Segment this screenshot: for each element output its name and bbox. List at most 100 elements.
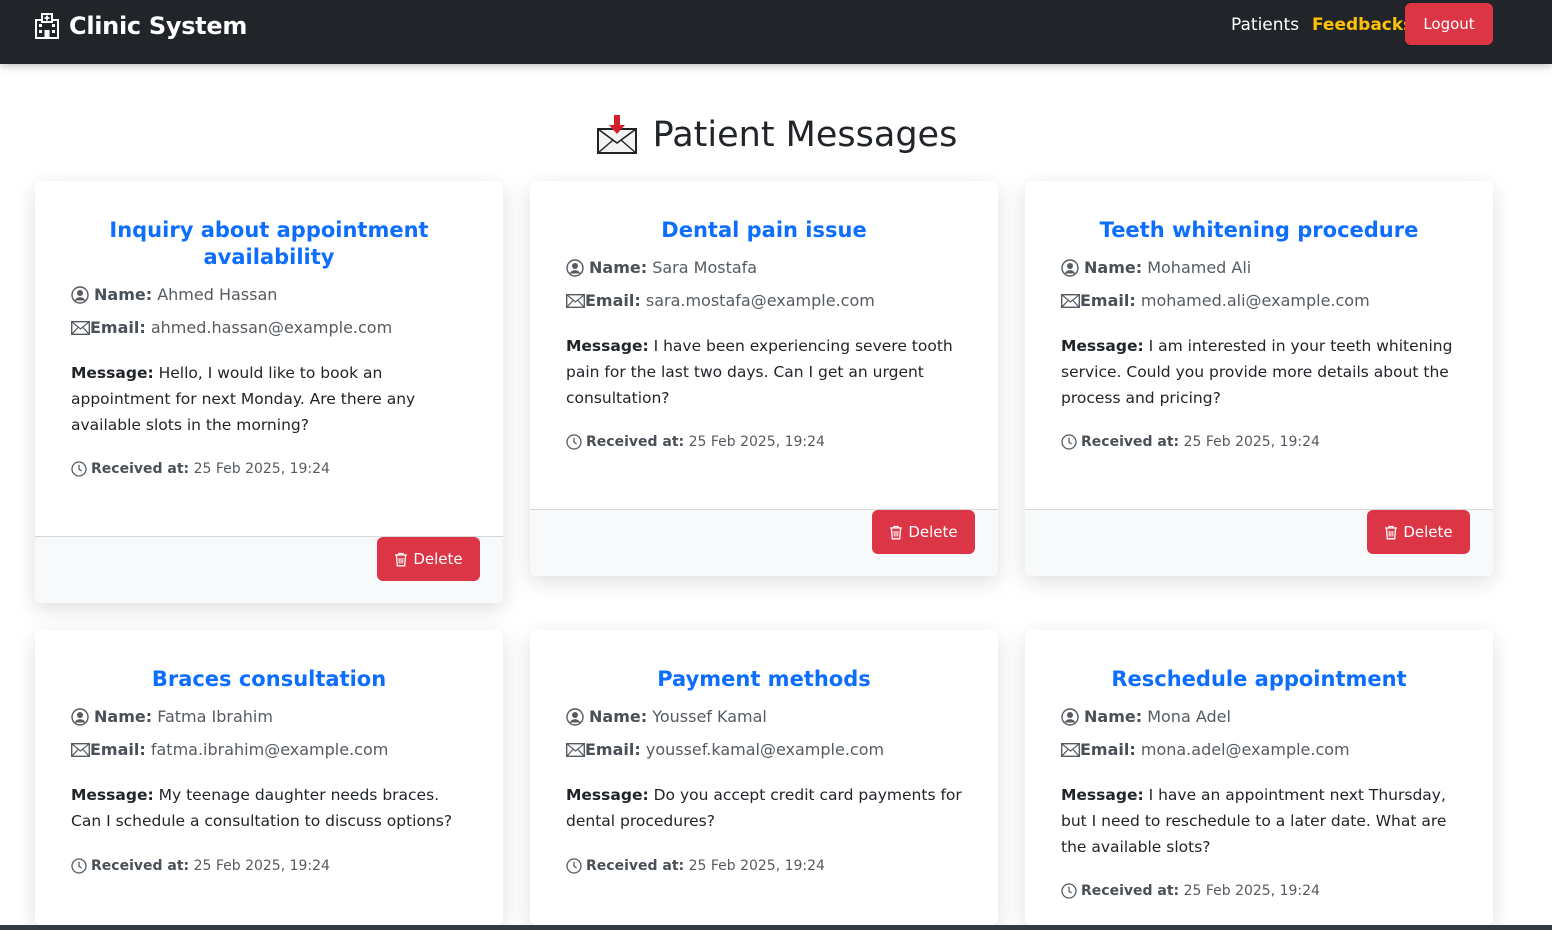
- received-row: Received at: 25 Feb 2025, 19:24: [566, 856, 825, 876]
- delete-label: Delete: [1403, 523, 1453, 541]
- received-label: Received at:: [1081, 434, 1180, 450]
- sender-name: Mona Adel: [1147, 707, 1231, 726]
- received-time: 25 Feb 2025, 19:24: [193, 858, 330, 874]
- sender-email-row: Email: ahmed.hassan@example.com: [71, 317, 392, 339]
- sender-name-row: Name: Fatma Ibrahim: [71, 706, 273, 728]
- name-label: Name:: [94, 707, 153, 726]
- received-label: Received at:: [586, 434, 685, 450]
- delete-button[interactable]: Delete: [1367, 510, 1470, 554]
- sender-name: Fatma Ibrahim: [157, 707, 273, 726]
- delete-label: Delete: [908, 523, 958, 541]
- envelope-icon: [566, 743, 585, 757]
- nav-link-patients[interactable]: Patients: [1231, 14, 1299, 36]
- logout-button[interactable]: Logout: [1405, 3, 1493, 45]
- received-row: Received at: 25 Feb 2025, 19:24: [71, 856, 330, 876]
- trash-icon: [395, 552, 408, 566]
- window-bottom-edge: [0, 925, 1552, 930]
- brand-title: Clinic System: [69, 12, 248, 40]
- received-row: Received at: 25 Feb 2025, 19:24: [1061, 432, 1320, 452]
- clock-icon: [1061, 883, 1077, 899]
- message-card: Reschedule appointment Name: Mona Adel E…: [1025, 630, 1493, 925]
- clock-icon: [566, 858, 582, 874]
- message-card: Inquiry about appointment availability N…: [35, 181, 503, 603]
- clock-icon: [71, 858, 87, 874]
- message-card: Teeth whitening procedure Name: Mohamed …: [1025, 181, 1493, 576]
- email-label: Email:: [1080, 740, 1136, 759]
- message-text: Message: Hello, I would like to book an …: [71, 360, 467, 438]
- received-label: Received at:: [91, 858, 190, 874]
- clock-icon: [71, 461, 87, 477]
- sender-email-row: Email: mohamed.ali@example.com: [1061, 290, 1370, 312]
- trash-icon: [890, 525, 903, 539]
- email-label: Email:: [90, 740, 146, 759]
- message-subject: Payment methods: [657, 667, 871, 691]
- message-label: Message:: [71, 786, 154, 804]
- delete-label: Delete: [413, 550, 463, 568]
- sender-name: Youssef Kamal: [652, 707, 767, 726]
- clock-icon: [1061, 434, 1077, 450]
- user-circle-icon: [1061, 259, 1079, 277]
- envelope-icon: [71, 743, 90, 757]
- email-label: Email:: [90, 318, 146, 337]
- message-card: Braces consultation Name: Fatma Ibrahim …: [35, 630, 503, 925]
- sender-name: Ahmed Hassan: [157, 285, 278, 304]
- name-label: Name:: [589, 258, 648, 277]
- received-label: Received at:: [1081, 883, 1180, 899]
- message-subject: Reschedule appointment: [1111, 667, 1407, 691]
- email-label: Email:: [585, 291, 641, 310]
- message-subject: Braces consultation: [151, 667, 387, 691]
- envelope-icon: [71, 321, 90, 335]
- received-row: Received at: 25 Feb 2025, 19:24: [71, 459, 330, 479]
- message-label: Message:: [1061, 786, 1144, 804]
- message-text: Message: I am interested in your teeth w…: [1061, 333, 1457, 411]
- sender-name-row: Name: Mona Adel: [1061, 706, 1231, 728]
- sender-email-row: Email: youssef.kamal@example.com: [566, 739, 884, 761]
- page-header: Patient Messages: [0, 108, 1552, 162]
- sender-email: sara.mostafa@example.com: [645, 291, 875, 310]
- sender-email: mona.adel@example.com: [1140, 740, 1350, 759]
- card-footer: Delete: [35, 536, 503, 603]
- card-footer: Delete: [530, 509, 998, 576]
- name-label: Name:: [94, 285, 153, 304]
- sender-email: mohamed.ali@example.com: [1140, 291, 1370, 310]
- sender-name-row: Name: Ahmed Hassan: [71, 284, 277, 306]
- received-time: 25 Feb 2025, 19:24: [688, 858, 825, 874]
- sender-name-row: Name: Mohamed Ali: [1061, 257, 1251, 279]
- envelope-icon: [1061, 294, 1080, 308]
- message-label: Message:: [566, 337, 649, 355]
- message-label: Message:: [71, 364, 154, 382]
- hospital-icon: [35, 13, 59, 39]
- sender-email-row: Email: fatma.ibrahim@example.com: [71, 739, 388, 761]
- email-label: Email:: [585, 740, 641, 759]
- inbox-tray-icon: [596, 115, 637, 154]
- message-text: Message: Do you accept credit card payme…: [566, 782, 962, 834]
- message-card: Dental pain issue Name: Sara Mostafa Ema…: [530, 181, 998, 576]
- sender-name: Sara Mostafa: [652, 258, 758, 277]
- clock-icon: [566, 434, 582, 450]
- email-label: Email:: [1080, 291, 1136, 310]
- sender-name-row: Name: Sara Mostafa: [566, 257, 757, 279]
- brand[interactable]: Clinic System: [33, 10, 247, 42]
- received-label: Received at:: [586, 858, 685, 874]
- message-text: Message: I have an appointment next Thur…: [1061, 782, 1457, 860]
- received-time: 25 Feb 2025, 19:24: [1183, 883, 1320, 899]
- nav-link-feedbacks[interactable]: Feedbacks: [1312, 14, 1413, 36]
- delete-button[interactable]: Delete: [377, 537, 480, 581]
- delete-button[interactable]: Delete: [872, 510, 975, 554]
- sender-name-row: Name: Youssef Kamal: [566, 706, 767, 728]
- received-time: 25 Feb 2025, 19:24: [688, 434, 825, 450]
- user-circle-icon: [566, 708, 584, 726]
- user-circle-icon: [71, 708, 89, 726]
- sender-email-row: Email: mona.adel@example.com: [1061, 739, 1350, 761]
- envelope-icon: [566, 294, 585, 308]
- received-time: 25 Feb 2025, 19:24: [1183, 434, 1320, 450]
- trash-icon: [1385, 525, 1398, 539]
- received-row: Received at: 25 Feb 2025, 19:24: [1061, 881, 1320, 901]
- message-label: Message:: [1061, 337, 1144, 355]
- message-card: Payment methods Name: Youssef Kamal Emai…: [530, 630, 998, 925]
- name-label: Name:: [1084, 258, 1143, 277]
- sender-email: ahmed.hassan@example.com: [150, 318, 393, 337]
- received-time: 25 Feb 2025, 19:24: [193, 461, 330, 477]
- sender-email: fatma.ibrahim@example.com: [150, 740, 389, 759]
- sender-email: youssef.kamal@example.com: [645, 740, 885, 759]
